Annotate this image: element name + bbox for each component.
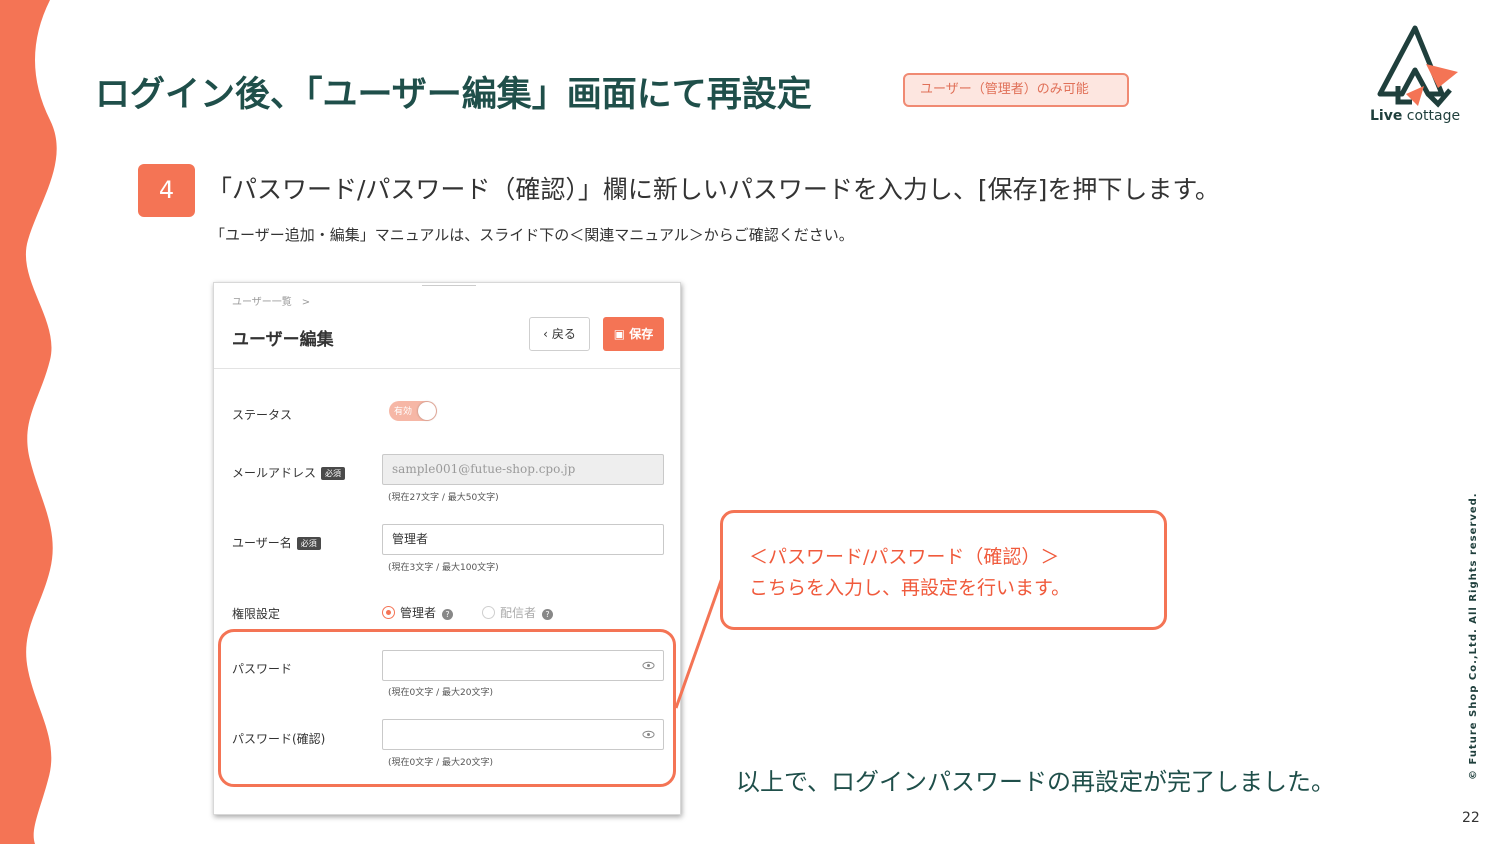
logo-text: Live cottage [1370,108,1461,124]
username-label: ユーザー名 必須 [232,534,321,551]
step-title: 「パスワード/パスワード（確認）」欄に新しいパスワードを入力し、[保存]を押下し… [207,175,1220,204]
username-field[interactable]: 管理者 [382,524,664,555]
page-number: 22 [1462,810,1480,826]
email-field: sample001@futue-shop.cpo.jp [382,454,664,485]
required-badge: 必須 [321,467,346,480]
callout-line-1: ＜パスワード/パスワード（確認）＞ [749,546,1060,568]
username-hint: (現在3文字 / 最大100文字) [388,563,499,573]
copyright: © Future Shop Co.,Ltd. All Rights reserv… [1468,492,1479,780]
callout-box: ＜パスワード/パスワード（確認）＞ こちらを入力し、再設定を行います。 [720,510,1167,630]
toggle-label: 有効 [394,407,413,417]
step-note: 「ユーザー追加・編集」マニュアルは、スライド下の＜関連マニュアル＞からご確認くだ… [210,226,854,244]
toggle-knob [418,402,436,420]
chevron-left-icon: ‹ [543,327,548,341]
radio-delivery[interactable]: 配信者? [482,604,554,621]
step-number: 4 [138,164,195,217]
slide-title: ログイン後、「ユーザー編集」画面にて再設定 [95,75,812,115]
back-label: 戻る [551,327,576,341]
wave-decoration [0,0,57,844]
tab-marker [422,281,476,286]
radio-dot-unselected [482,606,495,619]
status-label: ステータス [232,408,293,422]
required-badge: 必須 [296,537,321,550]
page-heading: ユーザー編集 [232,330,334,350]
help-icon[interactable]: ? [542,609,554,620]
completion-message: 以上で、ログインパスワードの再設定が完了しました。 [736,768,1336,796]
breadcrumb[interactable]: ユーザー一覧 > [232,293,310,308]
save-button[interactable]: ▣ 保存 [603,317,664,351]
password-highlight-box [218,629,676,787]
radio-admin[interactable]: 管理者? [382,604,454,621]
radio-dot-selected [382,606,395,619]
email-label: メールアドレス 必須 [232,464,346,481]
role-badge: ユーザー（管理者）のみ可能 [903,73,1129,107]
status-toggle[interactable]: 有効 [389,401,437,421]
help-icon[interactable]: ? [442,609,454,620]
callout-line-2: こちらを入力し、再設定を行います。 [749,577,1071,599]
save-label: 保存 [629,327,654,341]
floppy-disk-icon: ▣ [613,327,626,341]
permission-label: 権限設定 [232,607,281,621]
header-divider [214,368,680,369]
back-button[interactable]: ‹ 戻る [529,317,590,351]
email-hint: (現在27文字 / 最大50文字) [388,493,499,503]
